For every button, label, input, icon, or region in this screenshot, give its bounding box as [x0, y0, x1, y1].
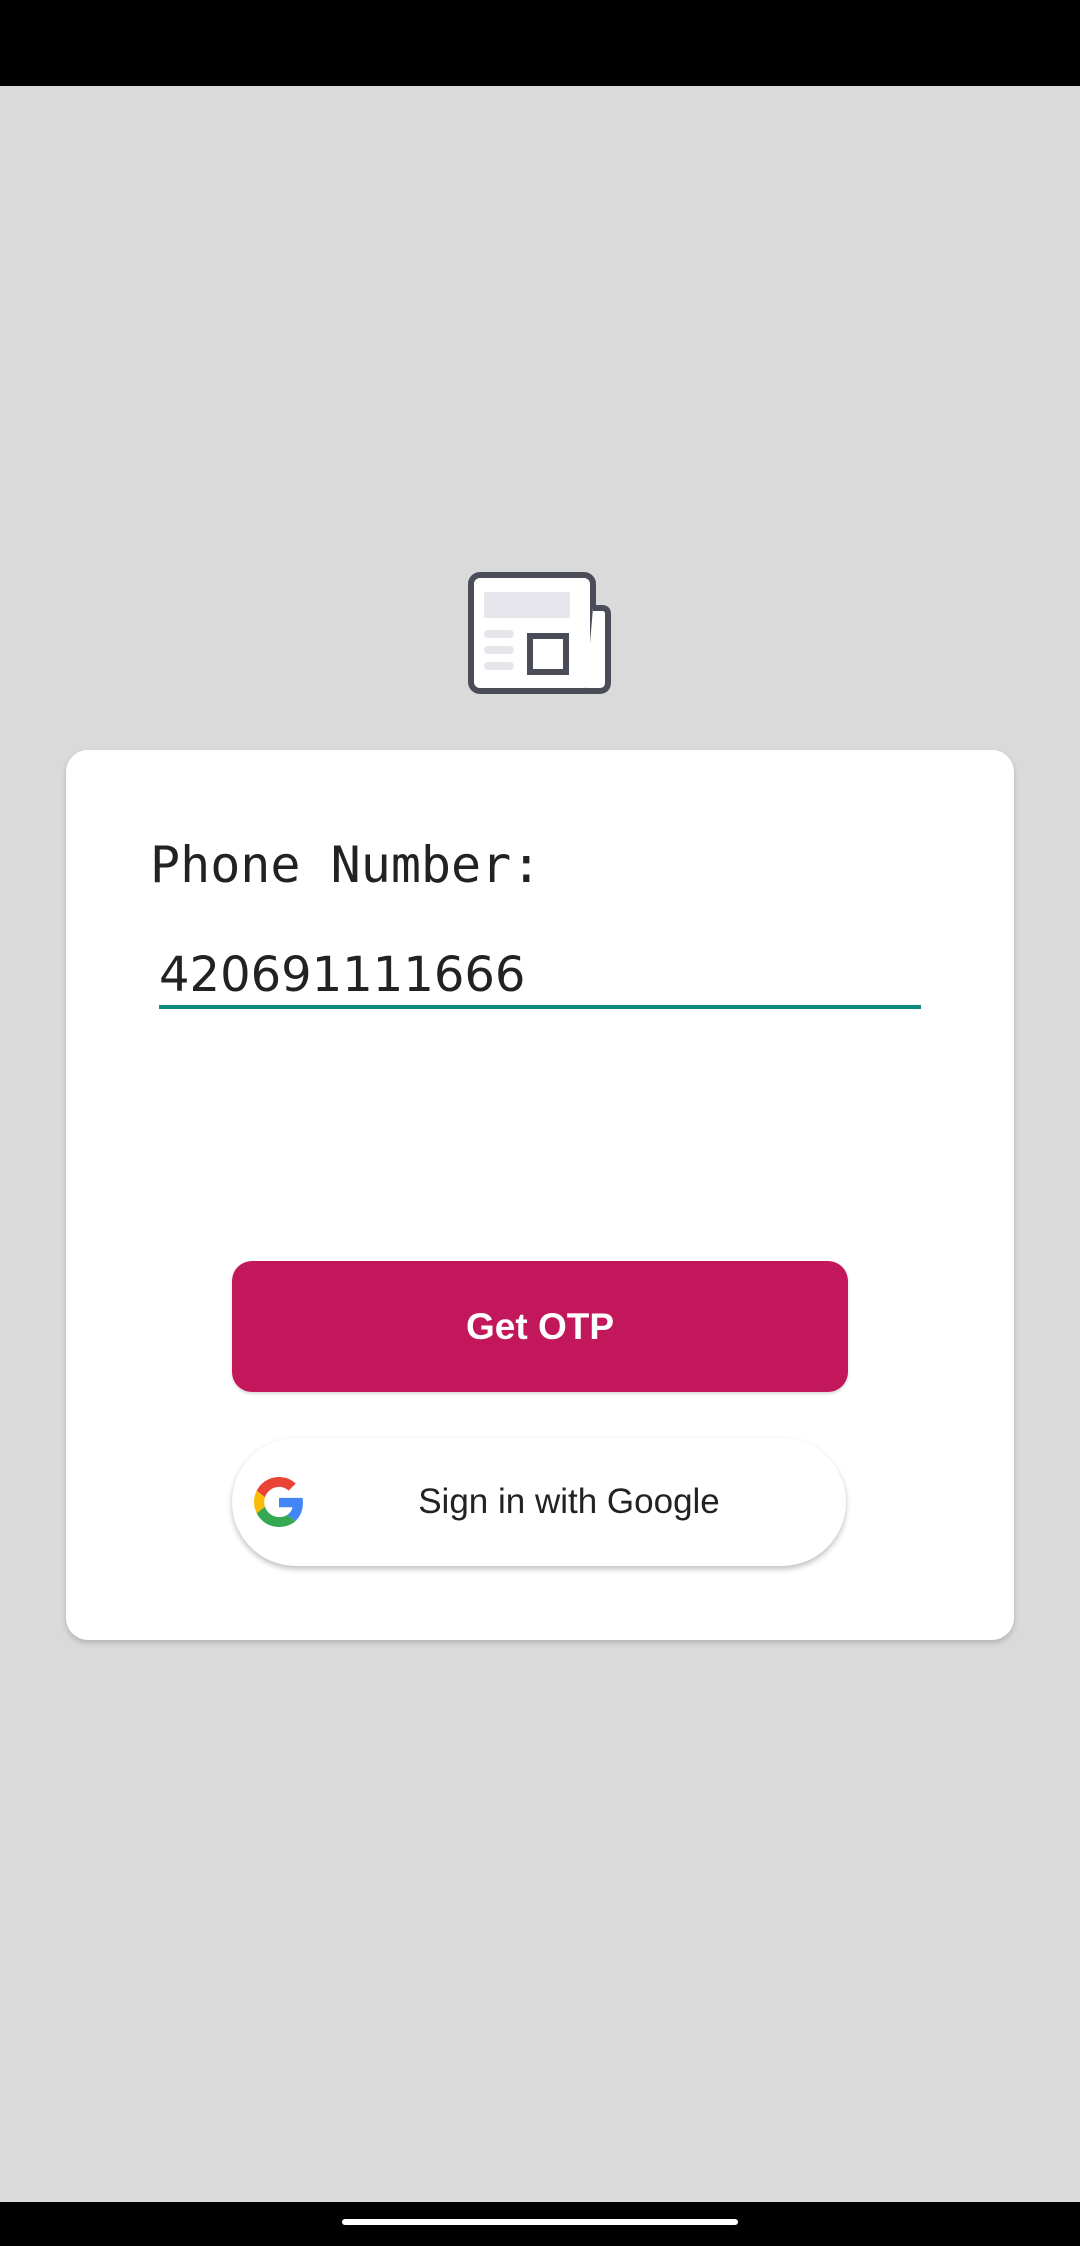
login-card: Phone Number: Get OTP Sign in with Googl… [66, 750, 1014, 1640]
google-sign-in-button[interactable]: Sign in with Google [232, 1438, 846, 1566]
phone-number-input[interactable] [159, 945, 921, 1009]
navigation-bar [0, 2202, 1080, 2246]
google-sign-in-label: Sign in with Google [418, 1482, 720, 1521]
get-otp-button[interactable]: Get OTP [232, 1261, 848, 1392]
newspaper-icon [468, 572, 611, 694]
status-bar [0, 0, 1080, 86]
home-indicator[interactable] [342, 2219, 738, 2225]
phone-number-label: Phone Number: [150, 836, 542, 894]
